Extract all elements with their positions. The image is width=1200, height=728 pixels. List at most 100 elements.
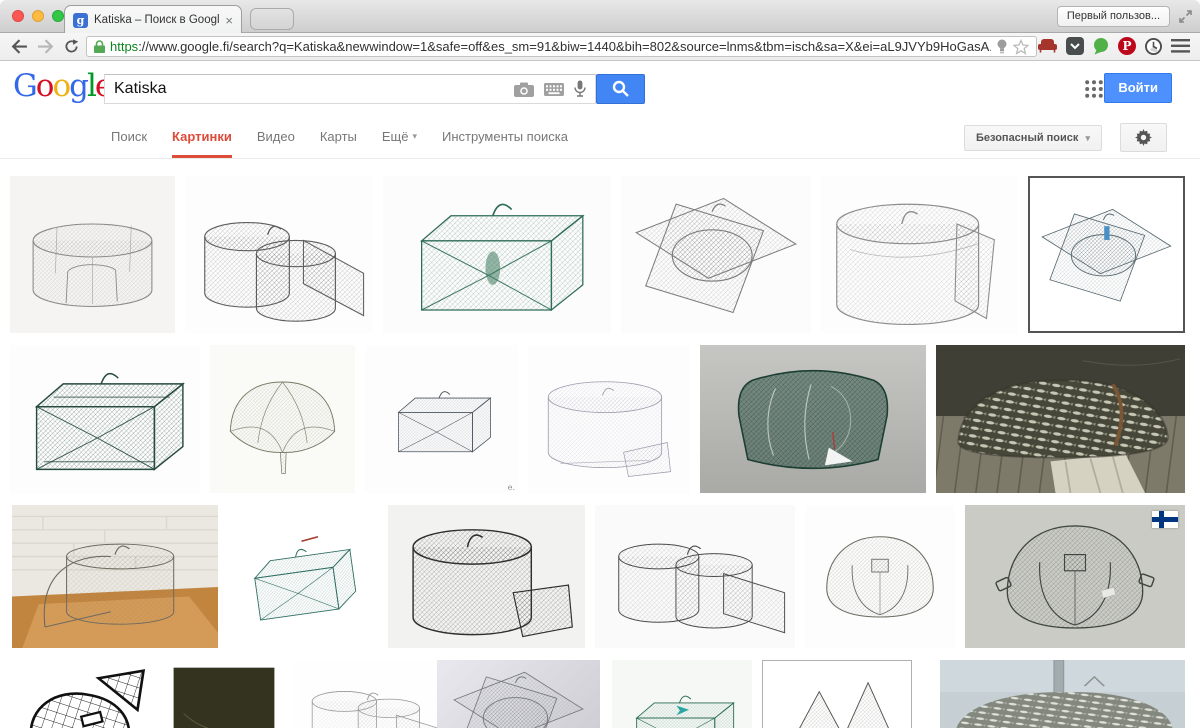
search-input[interactable]: Katiska: [104, 74, 596, 104]
image-result[interactable]: [292, 660, 455, 728]
tab-close-icon[interactable]: ×: [225, 14, 233, 27]
address-bar[interactable]: https://www.google.fi/search?q=Katiska&n…: [86, 36, 1037, 57]
https-lock-icon: [94, 40, 105, 53]
trap-thumbnail-graphic: [383, 176, 611, 333]
trap-thumbnail-graphic: [365, 345, 518, 493]
image-result[interactable]: [383, 176, 611, 333]
settings-gear-button[interactable]: [1120, 123, 1167, 152]
trap-thumbnail-graphic: [12, 505, 218, 648]
trap-thumbnail-graphic: [595, 505, 795, 648]
search-query-text: Katiska: [105, 80, 514, 98]
nav-item-4[interactable]: Карты: [320, 115, 357, 158]
trap-thumbnail-graphic: [805, 505, 955, 648]
google-logo: Google: [13, 68, 111, 104]
browser-window: g Katiska – Поиск в Google × Первый поль…: [0, 0, 1200, 728]
dropdown-caret-icon: ▾: [412, 131, 417, 142]
image-result[interactable]: [595, 505, 795, 648]
trap-thumbnail-graphic: [1030, 178, 1183, 331]
search-by-image-camera-icon[interactable]: [514, 82, 534, 97]
reload-button[interactable]: [60, 36, 82, 56]
sign-in-button[interactable]: Войти: [1104, 73, 1172, 103]
trap-thumbnail-graphic: [10, 345, 200, 493]
pocket-extension-icon[interactable]: [1066, 37, 1084, 55]
new-tab-button[interactable]: [250, 8, 294, 30]
trap-thumbnail-graphic: [437, 660, 600, 728]
logo-letter: g: [69, 68, 87, 104]
image-result[interactable]: [821, 176, 1018, 333]
google-favicon-icon: g: [73, 13, 88, 28]
google-apps-grid-icon[interactable]: [1085, 80, 1103, 98]
search-button[interactable]: [596, 74, 645, 104]
image-result[interactable]: [228, 505, 378, 648]
chrome-menu-icon[interactable]: [1171, 39, 1190, 53]
safe-search-button[interactable]: Безопасный поиск ▾: [964, 125, 1102, 151]
virtual-keyboard-icon[interactable]: [544, 83, 564, 96]
image-result[interactable]: [437, 660, 600, 728]
zoom-window-button[interactable]: [52, 10, 64, 22]
page-action-lightbulb-icon[interactable]: [996, 39, 1008, 54]
image-result[interactable]: [621, 176, 811, 333]
trap-thumbnail-graphic: [763, 661, 911, 728]
tab-title: Katiska – Поиск в Google: [94, 14, 219, 26]
url-path: ://www.google.fi/search?q=Katiska&newwin…: [138, 39, 991, 54]
watermark-text: e.: [508, 483, 515, 492]
image-result[interactable]: [185, 176, 373, 333]
tab-strip: g Katiska – Поиск в Google × Первый поль…: [0, 0, 1200, 33]
trap-thumbnail-graphic: [10, 665, 160, 728]
nav-item-2[interactable]: Картинки: [172, 115, 232, 158]
voice-search-mic-icon[interactable]: [574, 80, 586, 98]
clock-extension-icon[interactable]: [1145, 38, 1162, 55]
image-result[interactable]: [762, 660, 912, 728]
image-result[interactable]: [940, 660, 1185, 728]
logo-letter: o: [52, 68, 69, 104]
image-result[interactable]: [10, 176, 175, 333]
image-result[interactable]: [936, 345, 1185, 493]
logo-letter: l: [87, 68, 95, 104]
nav-item-6[interactable]: Инструменты поиска: [442, 115, 568, 158]
trap-thumbnail-graphic: [185, 176, 373, 333]
image-result[interactable]: [12, 505, 218, 648]
safe-search-label: Безопасный поиск: [976, 132, 1078, 144]
image-result[interactable]: [388, 505, 585, 648]
url-text: https://www.google.fi/search?q=Katiska&n…: [110, 39, 991, 54]
image-result[interactable]: [805, 505, 955, 648]
trap-thumbnail-graphic: [821, 176, 1018, 333]
google-header: Google Katiska Войти: [0, 61, 1200, 115]
bookmark-star-icon[interactable]: [1013, 39, 1029, 55]
nav-item-1[interactable]: Поиск: [111, 115, 147, 158]
search-input-icons: [514, 80, 595, 98]
green-pin-extension-icon[interactable]: [1093, 38, 1109, 55]
nav-item-3[interactable]: Видео: [257, 115, 295, 158]
trap-thumbnail-graphic: [168, 660, 280, 728]
couch-extension-icon[interactable]: [1038, 39, 1057, 53]
image-result[interactable]: [10, 345, 200, 493]
image-result[interactable]: [10, 665, 160, 728]
browser-tab[interactable]: g Katiska – Поиск в Google ×: [64, 5, 242, 34]
trap-thumbnail-graphic: [528, 345, 690, 493]
image-result[interactable]: [168, 660, 280, 728]
profile-button[interactable]: Первый пользов...: [1057, 6, 1170, 27]
gear-icon: [1135, 129, 1152, 146]
image-result[interactable]: e.: [365, 345, 518, 493]
url-scheme: https: [110, 39, 138, 54]
pinterest-extension-icon[interactable]: P: [1118, 37, 1136, 55]
trap-thumbnail-graphic: [940, 660, 1185, 728]
forward-button[interactable]: [34, 36, 56, 56]
extension-icons: P: [1038, 36, 1190, 56]
close-window-button[interactable]: [12, 10, 24, 22]
minimize-window-button[interactable]: [32, 10, 44, 22]
image-result[interactable]: [528, 345, 690, 493]
trap-thumbnail-graphic: [621, 176, 811, 333]
trap-thumbnail-graphic: [936, 345, 1185, 493]
trap-thumbnail-graphic: [10, 176, 175, 333]
image-result[interactable]: [700, 345, 926, 493]
image-result[interactable]: [965, 505, 1185, 648]
svg-text:P: P: [1122, 39, 1131, 53]
finland-flag-icon: [1152, 511, 1178, 528]
image-result[interactable]: [612, 660, 752, 728]
expand-arrows-icon[interactable]: [1179, 10, 1192, 23]
image-result[interactable]: [1028, 176, 1185, 333]
nav-item-5[interactable]: Ещё▾: [382, 115, 417, 158]
image-result[interactable]: [210, 345, 355, 493]
back-button[interactable]: [8, 36, 30, 56]
